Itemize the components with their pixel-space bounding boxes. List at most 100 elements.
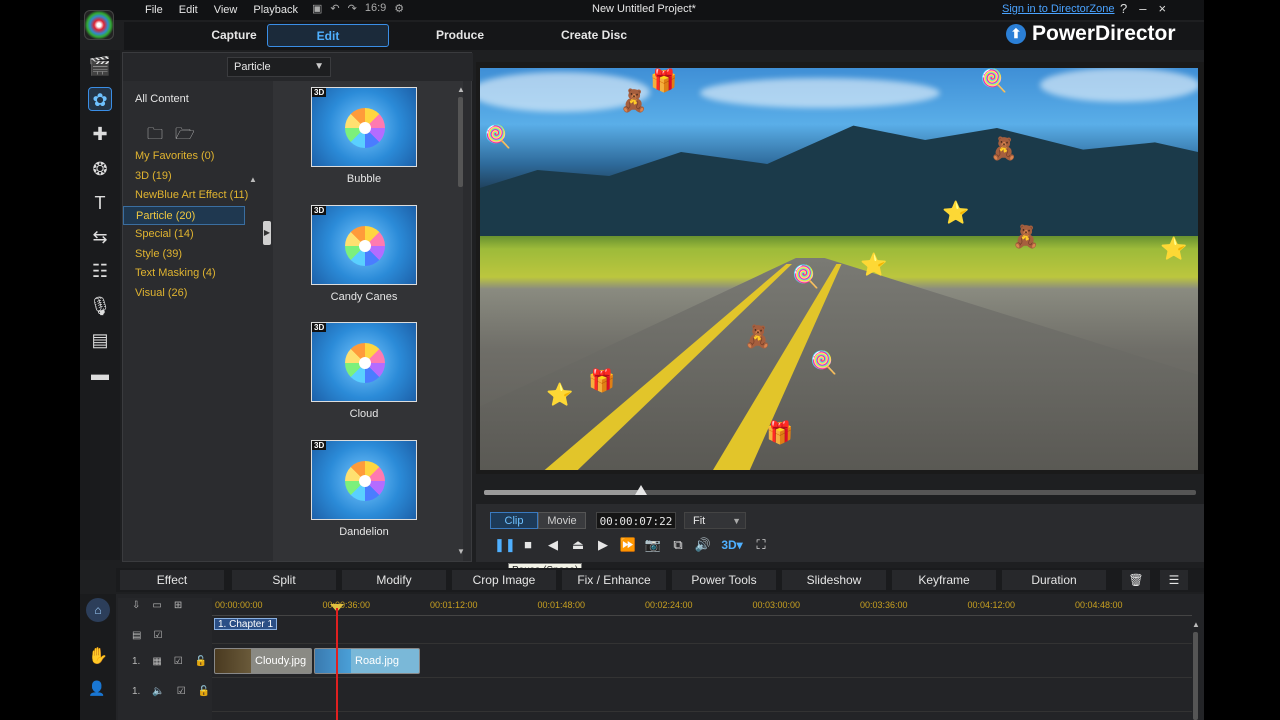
scrubber-handle[interactable] <box>634 485 647 495</box>
timeline-left-tools: ⌂ ✋ 👤 <box>80 594 116 720</box>
stop-icon[interactable]: ■ <box>519 536 537 554</box>
new-folder-icon[interactable]: 🗀 <box>147 123 163 150</box>
signin-link[interactable]: Sign in to DirectorZone <box>1002 3 1115 15</box>
zoom-fit-dropdown[interactable]: Fit ▼ <box>684 512 746 529</box>
particle-room-icon[interactable]: ❂ <box>88 157 112 181</box>
minimize-button[interactable]: – <box>1139 1 1146 16</box>
close-button[interactable]: × <box>1158 1 1166 16</box>
lock-icon[interactable]: 🔓 <box>198 686 210 697</box>
scroll-thumb[interactable] <box>1193 632 1198 720</box>
tab-create-disc[interactable]: Create Disc <box>534 24 654 47</box>
category-list: My Favorites (0) 3D (19) NewBlue Art Effec… <box>123 147 248 304</box>
scroll-up-icon[interactable]: ▲ <box>1192 620 1200 629</box>
track-enable-checkbox[interactable]: ☑ <box>177 686 186 697</box>
menu-file[interactable]: File <box>137 2 171 18</box>
folder-icon[interactable]: 🗁 <box>175 123 195 150</box>
edit-tool-button[interactable]: Power Tools <box>672 570 776 590</box>
volume-icon[interactable]: 🔊 <box>694 536 712 554</box>
movie-mode-button[interactable]: Movie <box>538 512 586 529</box>
preview-scrubber[interactable] <box>484 485 1196 495</box>
category-item[interactable]: NewBlue Art Effect (11) <box>123 186 248 206</box>
edit-tool-button[interactable]: Fix / Enhance <box>562 570 666 590</box>
timeline-clip[interactable]: Road.jpg <box>314 648 420 674</box>
toggle-view-icon[interactable]: ▭ <box>152 600 161 611</box>
hand-tool-icon[interactable]: ✋ <box>88 646 108 666</box>
undock-preview-icon[interactable]: ⧉ <box>669 536 687 554</box>
track-enable-checkbox[interactable]: ☑ <box>174 656 183 667</box>
upgrade-arrow-icon[interactable]: ⬆ <box>1006 24 1026 44</box>
settings-icon[interactable]: ⚙ <box>394 2 404 15</box>
snapshot-icon[interactable]: 📷 <box>644 536 662 554</box>
timeline-view-icon[interactable]: ⌂ <box>86 598 110 622</box>
timeline-scrollbar[interactable]: ▲ <box>1192 620 1200 720</box>
more-options-icon[interactable]: ☰ <box>1160 570 1188 590</box>
split-marker-icon[interactable]: ⏏ <box>569 536 587 554</box>
effect-thumbnail[interactable]: 3D Bubble <box>311 87 417 185</box>
track-enable-checkbox[interactable]: ☑ <box>153 630 162 641</box>
scroll-up-icon[interactable]: ▲ <box>249 175 257 184</box>
effect-room-icon[interactable]: ✿ <box>88 87 112 111</box>
edit-tool-button[interactable]: Slideshow <box>782 570 886 590</box>
timecode-field[interactable]: 00:00:07:22 <box>596 512 676 529</box>
save-icon[interactable]: ▣ <box>312 2 322 15</box>
user-icon[interactable]: 👤 <box>88 680 105 697</box>
edit-tool-button[interactable]: Effect <box>120 570 224 590</box>
aspect-ratio-icon[interactable]: 16:9 <box>365 2 386 15</box>
category-item[interactable]: Text Masking (4) <box>123 264 245 284</box>
scroll-down-icon[interactable]: ▼ <box>457 547 465 556</box>
import-icon[interactable]: ⇩ <box>132 600 140 611</box>
effect-thumbnail[interactable]: 3D Candy Canes <box>311 204 417 303</box>
pause-icon[interactable]: ❚❚ <box>494 536 516 554</box>
edit-tool-button[interactable]: Crop Image <box>452 570 556 590</box>
edit-tool-button[interactable]: Split <box>232 570 336 590</box>
cloud <box>700 78 940 108</box>
menu-playback[interactable]: Playback <box>245 2 306 18</box>
fullscreen-icon[interactable]: ⛶ <box>752 536 770 554</box>
playhead[interactable] <box>336 608 338 720</box>
audio-track-icon: 🔈 <box>152 686 165 697</box>
title-room-icon[interactable]: T <box>88 191 112 215</box>
3d-mode-icon[interactable]: 3D▾ <box>719 536 745 554</box>
category-item[interactable]: Special (14) <box>123 225 245 245</box>
previous-frame-icon[interactable]: ◀ <box>544 536 562 554</box>
category-item[interactable]: 3D (19) <box>123 167 245 187</box>
scroll-up-icon[interactable]: ▲ <box>457 85 465 94</box>
subtitle-room-icon[interactable]: ▬ <box>88 362 112 386</box>
timeline-ruler[interactable]: 00:00:00:00 00:00:36:00 00:01:12:00 00:01:4… <box>212 598 1192 616</box>
chapter-marker[interactable]: 1. Chapter 1 <box>214 618 278 630</box>
help-button[interactable]: ? <box>1120 1 1127 16</box>
pip-room-icon[interactable]: ✚ <box>88 122 112 146</box>
next-frame-icon[interactable]: ▶ <box>594 536 612 554</box>
audio-mixing-icon[interactable]: ☷ <box>88 259 112 283</box>
clip-mode-button[interactable]: Clip <box>490 512 538 529</box>
category-item[interactable]: Particle (20) <box>123 205 245 225</box>
fast-forward-icon[interactable]: ⏩ <box>619 536 637 554</box>
collapse-panel-handle[interactable]: ▶ <box>263 221 271 245</box>
category-item[interactable]: Visual (26) <box>123 284 245 304</box>
menu-edit[interactable]: Edit <box>171 2 206 18</box>
tab-produce[interactable]: Produce <box>400 24 520 47</box>
edit-tool-button[interactable]: Modify <box>342 570 446 590</box>
thumbnail-scrollbar[interactable]: ▲ ▼ <box>457 85 465 556</box>
scroll-thumb[interactable] <box>458 97 463 187</box>
all-content-label[interactable]: All Content <box>135 93 189 105</box>
lock-icon[interactable]: 🔓 <box>195 656 207 667</box>
voiceover-icon[interactable]: 🎙 <box>88 294 112 318</box>
effect-thumbnail[interactable]: 3D Cloud <box>311 322 417 420</box>
redo-icon[interactable]: ↷ <box>348 2 357 15</box>
effect-thumbnail[interactable]: 3D Dandelion <box>311 439 417 538</box>
chapter-room-icon[interactable]: ▤ <box>88 328 112 352</box>
media-room-icon[interactable]: 🎬 <box>88 54 112 78</box>
menu-view[interactable]: View <box>206 2 246 18</box>
edit-tool-button[interactable]: Keyframe <box>892 570 996 590</box>
category-item[interactable]: My Favorites (0) <box>123 147 245 167</box>
add-track-icon[interactable]: ⊞ <box>174 600 182 611</box>
undo-icon[interactable]: ↶ <box>330 2 339 15</box>
category-item[interactable]: Style (39) <box>123 245 245 265</box>
tab-edit[interactable]: Edit <box>267 24 389 47</box>
edit-tool-button[interactable]: Duration <box>1002 570 1106 590</box>
trash-icon[interactable]: 🗑 <box>1122 570 1150 590</box>
timeline-clip[interactable]: Cloudy.jpg <box>214 648 312 674</box>
library-filter-dropdown[interactable]: Particle ▼ <box>227 57 331 77</box>
transition-room-icon[interactable]: ⇆ <box>88 225 112 249</box>
